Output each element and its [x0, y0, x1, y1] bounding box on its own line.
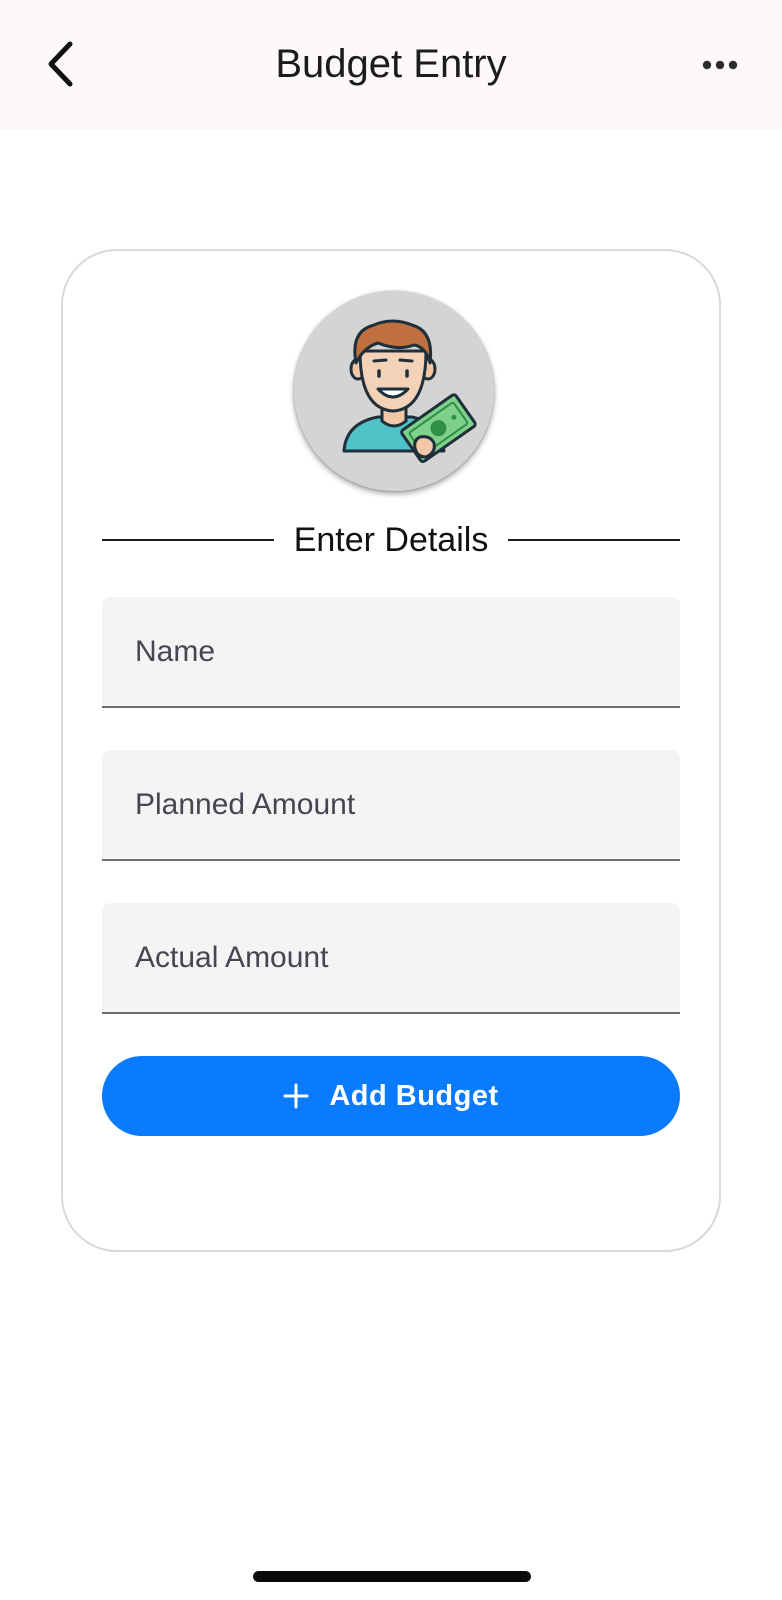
actual-amount-input[interactable]: [102, 903, 680, 1012]
ellipsis-horizontal-icon: [702, 60, 738, 70]
section-divider: Enter Details: [102, 515, 681, 565]
add-budget-label: Add Budget: [329, 1079, 499, 1112]
name-field: [102, 597, 680, 708]
budget-form-card: Enter Details Add Budget: [61, 249, 721, 1252]
home-indicator[interactable]: [253, 1571, 531, 1582]
planned-amount-input[interactable]: [102, 750, 680, 859]
actual-amount-field: [102, 903, 680, 1014]
avatar: [294, 291, 494, 491]
divider-line-right: [508, 539, 681, 541]
divider-line-left: [102, 539, 274, 541]
name-input[interactable]: [102, 597, 680, 706]
chevron-left-icon: [48, 41, 73, 87]
section-title: Enter Details: [293, 521, 489, 559]
budget-entry-screen: Budget Entry Enter Details Name Planned …: [0, 0, 782, 1600]
plus-icon: [283, 1083, 309, 1109]
back-button[interactable]: [34, 36, 86, 92]
add-budget-button[interactable]: Add Budget: [102, 1056, 680, 1136]
person-holding-money-icon: [342, 319, 477, 463]
navigation-header: Budget Entry: [0, 0, 782, 130]
page-title: Budget Entry: [275, 42, 507, 86]
more-options-button[interactable]: [690, 40, 750, 90]
planned-amount-field: [102, 750, 680, 861]
